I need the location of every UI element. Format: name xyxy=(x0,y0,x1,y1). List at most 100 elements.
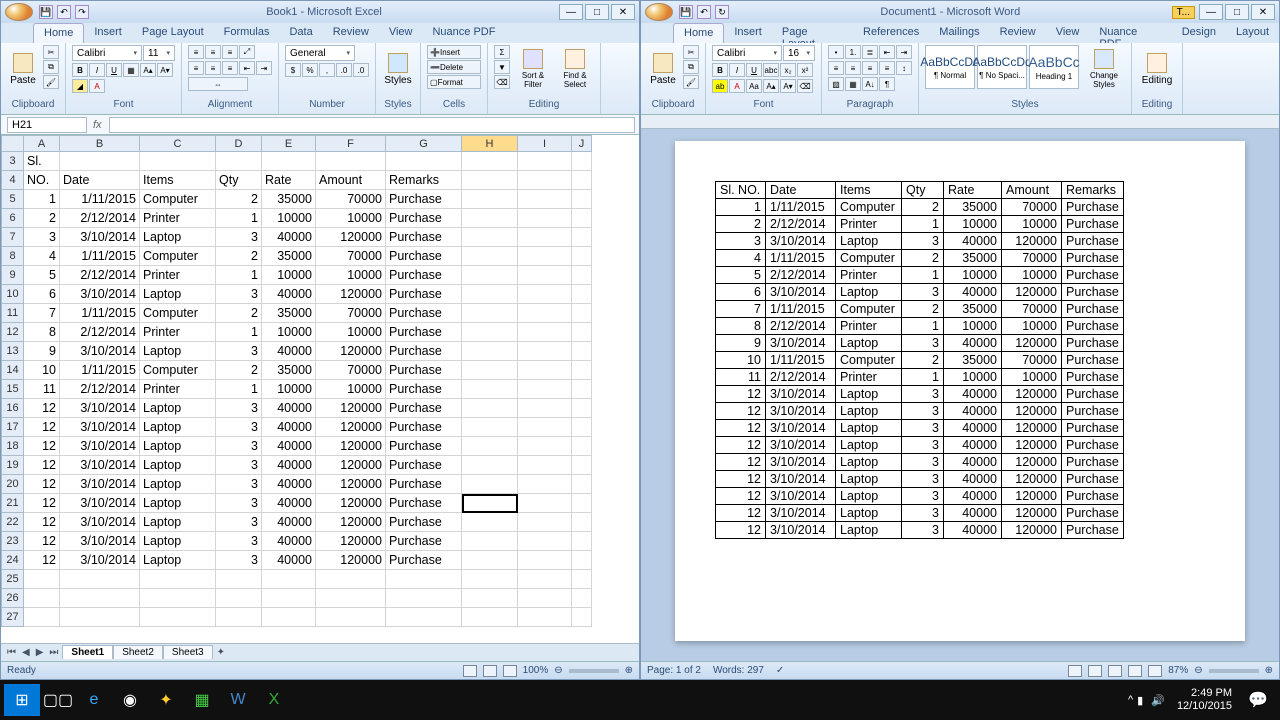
table-row[interactable]: 16123/10/2014Laptop340000120000Purchase xyxy=(2,399,592,418)
zoom-slider[interactable] xyxy=(1209,669,1259,673)
new-sheet-icon[interactable]: ✦ xyxy=(215,647,227,658)
col-header[interactable]: D xyxy=(216,136,262,152)
copy-icon[interactable]: ⧉ xyxy=(43,60,59,74)
zoom-out-button[interactable]: ⊖ xyxy=(554,665,562,676)
format-painter-icon[interactable]: 🖌 xyxy=(43,75,59,89)
edge-icon[interactable]: e xyxy=(76,684,112,716)
font-color-button[interactable]: A xyxy=(729,79,745,93)
start-button[interactable]: ⊞ xyxy=(4,684,40,716)
table-row[interactable]: 1171/11/2015Computer23500070000Purchase xyxy=(2,304,592,323)
table-row[interactable]: 63/10/2014Laptop340000120000Purchase xyxy=(716,284,1124,301)
task-view-icon[interactable]: ▢▢ xyxy=(40,684,76,716)
row-header[interactable]: 8 xyxy=(2,247,24,266)
align-justify-button[interactable]: ≡ xyxy=(879,61,895,75)
comma-button[interactable]: , xyxy=(319,63,335,77)
shrink-font-button[interactable]: A▾ xyxy=(780,79,796,93)
tab-nav-next[interactable]: ▶ xyxy=(34,647,46,658)
table-row[interactable]: 41/11/2015Computer23500070000Purchase xyxy=(716,250,1124,267)
row-header[interactable]: 24 xyxy=(2,551,24,570)
table-tools-tab[interactable]: T... xyxy=(1172,6,1195,19)
app-icon[interactable]: ✦ xyxy=(148,684,184,716)
view-fullscreen-icon[interactable] xyxy=(1088,665,1102,677)
save-icon[interactable]: 💾 xyxy=(39,5,53,19)
tab-nav-first[interactable]: ⏮ xyxy=(5,647,18,658)
row-header[interactable]: 17 xyxy=(2,418,24,437)
tab-mailings[interactable]: Mailings xyxy=(929,23,989,43)
tab-nav-prev[interactable]: ◀ xyxy=(20,647,32,658)
highlight-button[interactable]: ab xyxy=(712,79,728,93)
table-row[interactable]: 841/11/2015Computer23500070000Purchase xyxy=(2,247,592,266)
bullets-button[interactable]: • xyxy=(828,45,844,59)
close-button[interactable]: ✕ xyxy=(611,4,635,20)
close-button[interactable]: ✕ xyxy=(1251,4,1275,20)
row-header[interactable]: 13 xyxy=(2,342,24,361)
currency-button[interactable]: $ xyxy=(285,63,301,77)
table-row[interactable]: 1063/10/2014Laptop340000120000Purchase xyxy=(2,285,592,304)
sheet-tab[interactable]: Sheet2 xyxy=(113,645,163,659)
app-icon-2[interactable]: ▦ xyxy=(184,684,220,716)
taskbar-clock[interactable]: 2:49 PM12/10/2015 xyxy=(1169,687,1240,713)
tray-network-icon[interactable]: ▮ xyxy=(1133,694,1147,707)
indent-dec-button[interactable]: ⇤ xyxy=(879,45,895,59)
view-print-icon[interactable] xyxy=(1068,665,1082,677)
bold-button[interactable]: B xyxy=(72,63,88,77)
superscript-button[interactable]: x² xyxy=(797,63,813,77)
cut-icon[interactable]: ✂ xyxy=(43,45,59,59)
table-row[interactable]: 24123/10/2014Laptop340000120000Purchase xyxy=(2,551,592,570)
font-size-combo[interactable]: 16 xyxy=(783,45,815,61)
row-header[interactable]: 11 xyxy=(2,304,24,323)
tab-home[interactable]: Home xyxy=(33,23,84,43)
minimize-button[interactable]: — xyxy=(559,4,583,20)
format-cells-button[interactable]: ▢ Format xyxy=(427,75,481,89)
zoom-level[interactable]: 100% xyxy=(523,665,549,676)
table-row[interactable]: 123/10/2014Laptop340000120000Purchase xyxy=(716,386,1124,403)
col-header[interactable]: E xyxy=(262,136,316,152)
view-outline-icon[interactable] xyxy=(1128,665,1142,677)
view-web-icon[interactable] xyxy=(1108,665,1122,677)
indent-inc-button[interactable]: ⇥ xyxy=(256,61,272,75)
table-row[interactable]: 22/12/2014Printer11000010000Purchase xyxy=(716,216,1124,233)
row-header[interactable]: 26 xyxy=(2,589,24,608)
word-document-area[interactable]: Sl. NO.DateItemsQtyRateAmountRemarks11/1… xyxy=(641,129,1279,661)
font-name-combo[interactable]: Calibri xyxy=(72,45,142,61)
table-row[interactable]: 123/10/2014Laptop340000120000Purchase xyxy=(716,488,1124,505)
zoom-level[interactable]: 87% xyxy=(1168,665,1188,676)
table-row[interactable]: 123/10/2014Laptop340000120000Purchase xyxy=(716,505,1124,522)
style-swatch[interactable]: AaBbCcHeading 1 xyxy=(1029,45,1079,89)
table-row[interactable]: 1393/10/2014Laptop340000120000Purchase xyxy=(2,342,592,361)
shrink-font-button[interactable]: A▾ xyxy=(157,63,173,77)
multilevel-button[interactable]: ≣ xyxy=(862,45,878,59)
office-button[interactable] xyxy=(5,3,33,21)
table-row[interactable]: 19123/10/2014Laptop340000120000Purchase xyxy=(2,456,592,475)
row-header[interactable]: 20 xyxy=(2,475,24,494)
style-gallery[interactable]: AaBbCcDd¶ NormalAaBbCcDd¶ No Spaci...AaB… xyxy=(925,45,1079,89)
row-header[interactable]: 14 xyxy=(2,361,24,380)
subscript-button[interactable]: x₂ xyxy=(780,63,796,77)
save-icon[interactable]: 💾 xyxy=(679,5,693,19)
sheet-tab[interactable]: Sheet3 xyxy=(163,645,213,659)
inc-decimal-button[interactable]: .0 xyxy=(336,63,352,77)
italic-button[interactable]: I xyxy=(89,63,105,77)
sort-button[interactable]: A↓ xyxy=(862,77,878,91)
view-draft-icon[interactable] xyxy=(1148,665,1162,677)
merge-button[interactable]: ⇔ xyxy=(188,77,248,91)
italic-button[interactable]: I xyxy=(729,63,745,77)
tab-view[interactable]: View xyxy=(1046,23,1090,43)
col-header[interactable]: J xyxy=(572,136,592,152)
number-format-combo[interactable]: General xyxy=(285,45,355,61)
align-left-button[interactable]: ≡ xyxy=(828,61,844,75)
row-header[interactable]: 19 xyxy=(2,456,24,475)
minimize-button[interactable]: — xyxy=(1199,4,1223,20)
styles-button[interactable]: Styles xyxy=(382,45,414,93)
row-header[interactable]: 3 xyxy=(2,152,24,171)
table-row[interactable]: 123/10/2014Laptop340000120000Purchase xyxy=(716,437,1124,454)
maximize-button[interactable]: □ xyxy=(1225,4,1249,20)
status-words[interactable]: Words: 297 xyxy=(713,665,764,676)
numbering-button[interactable]: 1. xyxy=(845,45,861,59)
underline-button[interactable]: U xyxy=(106,63,122,77)
tab-review[interactable]: Review xyxy=(990,23,1046,43)
style-swatch[interactable]: AaBbCcDd¶ No Spaci... xyxy=(977,45,1027,89)
table-row[interactable]: 52/12/2014Printer11000010000Purchase xyxy=(716,267,1124,284)
fill-button[interactable]: ▼ xyxy=(494,60,510,74)
excel-grid[interactable]: ABCDEFGHIJ3Sl.4NO.DateItemsQtyRateAmount… xyxy=(1,135,639,643)
